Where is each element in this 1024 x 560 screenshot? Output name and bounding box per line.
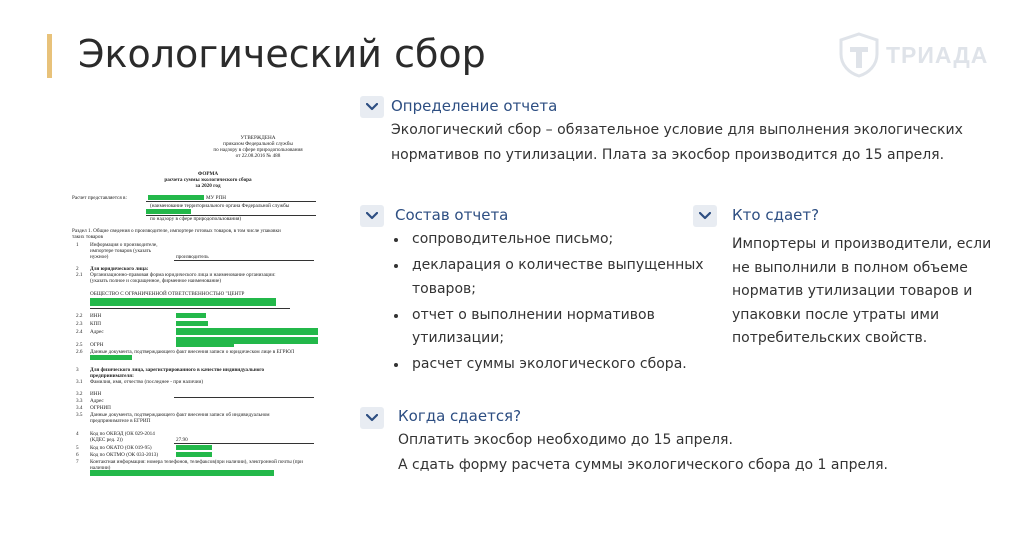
doc-submitted-to: Расчет представляется в: bbox=[72, 195, 127, 201]
list-item: декларация о количестве выпущенных товар… bbox=[390, 254, 710, 301]
doc-row-num: 2.6 bbox=[76, 349, 83, 355]
chevron-down-icon bbox=[699, 212, 711, 220]
doc-row-text: Адрес bbox=[90, 398, 104, 404]
section-definition-toggle[interactable] bbox=[360, 96, 384, 118]
doc-row-num: 3.2 bbox=[76, 391, 83, 397]
section-when-toggle[interactable] bbox=[360, 407, 384, 429]
redaction-mark bbox=[146, 209, 191, 214]
doc-underline bbox=[174, 443, 314, 444]
section-definition-title: Определение отчета bbox=[391, 97, 558, 115]
doc-row-text: предпринимателе в ЕГРИП bbox=[90, 418, 151, 424]
redaction-mark bbox=[90, 298, 276, 306]
composition-list: сопроводительное письмо; декларация о ко… bbox=[390, 228, 710, 379]
doc-row-num: 1 bbox=[76, 242, 79, 248]
doc-row-text: Фамилия, имя, отчество (последнее - при … bbox=[90, 379, 204, 385]
doc-row-num: 6 bbox=[76, 452, 79, 458]
section-definition-line: нормативов по утилизации. Плата за экосб… bbox=[391, 147, 945, 163]
company-logo: ТРИАДА bbox=[838, 30, 988, 80]
doc-row-num: 3.5 bbox=[76, 412, 83, 418]
chevron-down-icon bbox=[366, 414, 378, 422]
list-item: отчет о выполнении нормативов утилизации… bbox=[390, 304, 710, 351]
chevron-down-icon bbox=[366, 103, 378, 111]
chevron-down-icon bbox=[366, 212, 378, 220]
doc-row-text: ИНН bbox=[90, 313, 102, 319]
section-who-title: Кто сдает? bbox=[732, 206, 820, 224]
list-item: сопроводительное письмо; bbox=[390, 228, 710, 252]
doc-section-title: Раздел 1. Общие сведения о производителе… bbox=[72, 228, 281, 234]
doc-row-text: (указать полное и сокращенное, фирменное… bbox=[90, 278, 222, 284]
section-when-line: А сдать форму расчета суммы экологическо… bbox=[398, 457, 888, 473]
redaction-mark bbox=[148, 195, 204, 200]
section-composition-toggle[interactable] bbox=[360, 205, 384, 227]
report-form-preview: УТВЕРЖДЕНА приказом Федеральной службы п… bbox=[68, 125, 328, 485]
list-item: расчет суммы экологического сбора. bbox=[390, 353, 710, 377]
doc-row-text: Код по ОКТМО (ОК 033-2013) bbox=[90, 452, 159, 458]
doc-row-num: 5 bbox=[76, 445, 79, 451]
doc-row-text: Контактная информация: номера телефонов,… bbox=[90, 459, 303, 465]
redaction-mark bbox=[176, 321, 208, 326]
section-definition-text: Экологический сбор – обязательное услови… bbox=[391, 118, 963, 168]
doc-section-title: таких товаров bbox=[72, 234, 103, 240]
doc-row-text: ИНН bbox=[90, 391, 102, 397]
doc-row-num: 2.3 bbox=[76, 321, 83, 327]
doc-approved-line: от 22.08.2016 № 488 bbox=[235, 153, 281, 159]
doc-row-text: ОГРН bbox=[90, 342, 104, 348]
doc-org-name: ОБЩЕСТВО С ОГРАНИЧЕННОЙ ОТВЕТСТВЕННОСТЬЮ… bbox=[90, 291, 245, 297]
doc-row-text: нужное) bbox=[90, 254, 109, 260]
doc-row-num: 2.5 bbox=[76, 342, 83, 348]
doc-row-num: 2.2 bbox=[76, 313, 83, 319]
section-when-text: Оплатить экосбор необходимо до 15 апреля… bbox=[398, 428, 888, 478]
doc-row-text: Адрес bbox=[90, 329, 104, 335]
section-composition-title: Состав отчета bbox=[395, 206, 509, 224]
doc-row-num: 3.4 bbox=[76, 405, 83, 411]
doc-row-text: КПП bbox=[90, 321, 101, 327]
doc-underline bbox=[174, 397, 314, 398]
redaction-mark bbox=[176, 328, 318, 335]
doc-row-text: ОГРНИП bbox=[90, 405, 111, 411]
shield-logo-icon bbox=[839, 32, 879, 78]
redaction-mark bbox=[176, 445, 212, 450]
doc-row-num: 3.1 bbox=[76, 379, 83, 385]
page-title: Экологический сбор bbox=[78, 32, 486, 76]
doc-row-text: Код по ОКАТО (ОК 019-95) bbox=[90, 445, 152, 451]
title-accent-bar bbox=[47, 34, 52, 78]
doc-underline bbox=[146, 201, 316, 202]
section-when-title: Когда сдается? bbox=[398, 407, 522, 425]
section-who-text: Импортеры и производители, если не выпол… bbox=[732, 236, 992, 346]
redaction-mark bbox=[90, 355, 132, 360]
section-who-toggle[interactable] bbox=[693, 205, 717, 227]
doc-underline bbox=[90, 308, 290, 309]
section-definition-line: Экологический сбор – обязательное услови… bbox=[391, 122, 963, 138]
doc-form-title: за 2020 год bbox=[195, 183, 221, 189]
redaction-mark bbox=[176, 452, 212, 457]
redaction-mark bbox=[90, 470, 274, 476]
doc-row-num: 4 bbox=[76, 431, 79, 437]
doc-row-num: 2.1 bbox=[76, 272, 83, 278]
doc-row-num: 3.3 bbox=[76, 398, 83, 404]
doc-row-num: 3 bbox=[76, 367, 79, 373]
doc-row-num: 2.4 bbox=[76, 329, 83, 335]
redaction-mark bbox=[176, 342, 234, 347]
doc-row-num: 7 bbox=[76, 459, 79, 465]
logo-text: ТРИАДА bbox=[886, 42, 989, 68]
doc-org-note: по надзору в сфере природопользования) bbox=[150, 216, 242, 222]
redaction-mark bbox=[176, 313, 206, 318]
doc-underline bbox=[174, 260, 314, 261]
section-when-line: Оплатить экосбор необходимо до 15 апреля… bbox=[398, 432, 733, 448]
doc-row-text: (КДЕС ред. 2)) bbox=[90, 437, 123, 443]
